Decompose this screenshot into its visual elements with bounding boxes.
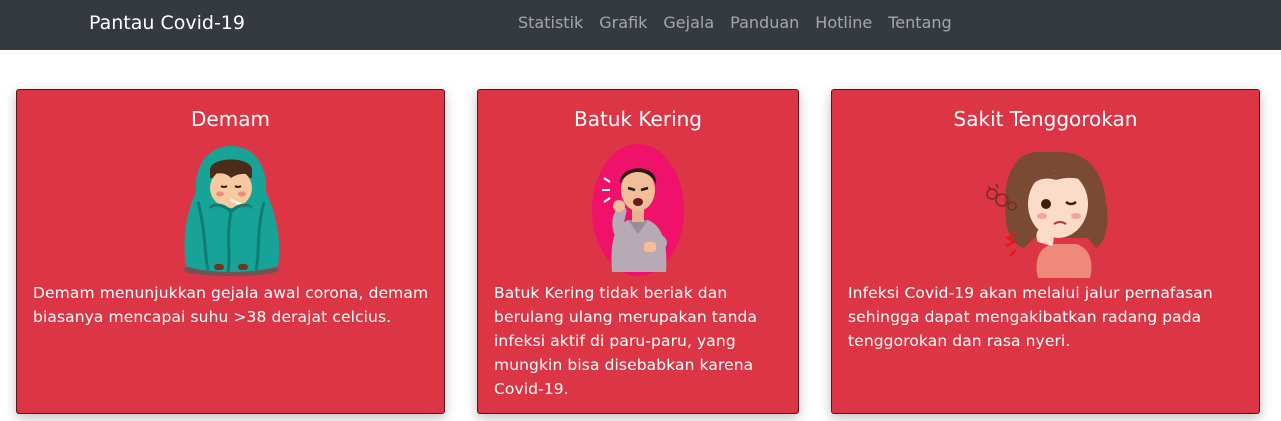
symptom-card-demam: Demam Demam menunjukkan gejala awal coro…: [16, 89, 445, 414]
nav-link-hotline[interactable]: Hotline: [807, 12, 880, 36]
card-description: Demam menunjukkan gejala awal corona, de…: [33, 284, 429, 326]
nav-link-gejala[interactable]: Gejala: [655, 12, 722, 36]
card-title: Demam: [191, 107, 270, 131]
symptom-card-batuk-kering: Batuk Kering Batuk Kering tidak beriak d…: [477, 89, 799, 414]
card-illustration: [832, 142, 1259, 278]
brand-link[interactable]: Pantau Covid-19: [89, 10, 245, 36]
card-description: Infeksi Covid-19 akan melalui jalur pern…: [848, 284, 1213, 350]
nav-link-statistik[interactable]: Statistik: [510, 12, 591, 36]
card-illustration: [17, 142, 444, 278]
symptom-card-sakit-tenggorokan: Sakit Tenggorokan Infeksi Covid-19 akan …: [831, 89, 1260, 414]
nav-link-grafik[interactable]: Grafik: [591, 12, 655, 36]
nav-menu: Statistik Grafik Gejala Panduan Hotline …: [510, 12, 960, 36]
navbar: Pantau Covid-19 Statistik Grafik Gejala …: [0, 0, 1281, 50]
sore-throat-girl-icon: [985, 152, 1108, 278]
card-description: Batuk Kering tidak beriak dan berulang u…: [494, 284, 758, 398]
nav-link-panduan[interactable]: Panduan: [722, 12, 807, 36]
card-title: Sakit Tenggorokan: [953, 107, 1138, 131]
sick-child-blanket-icon: [182, 146, 279, 276]
coughing-man-icon: [592, 144, 684, 276]
card-title: Batuk Kering: [573, 107, 702, 131]
card-illustration: [478, 142, 798, 278]
nav-link-tentang[interactable]: Tentang: [880, 12, 959, 36]
